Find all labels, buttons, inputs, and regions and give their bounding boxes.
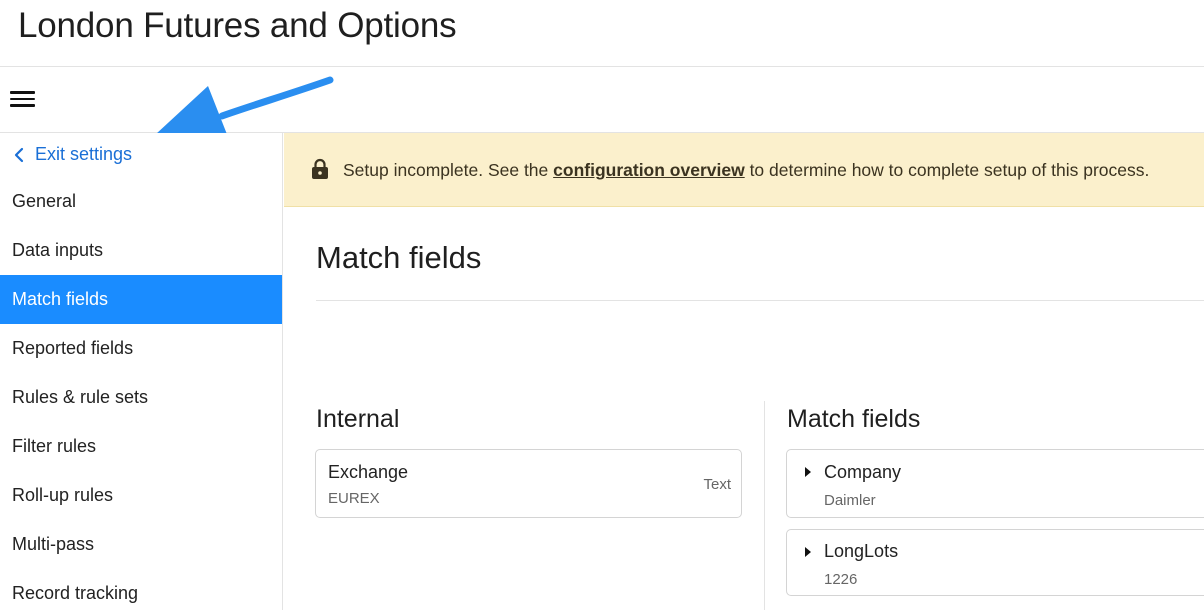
banner-message: Setup incomplete. See the configuration … bbox=[343, 160, 1149, 181]
setup-incomplete-banner: Setup incomplete. See the configuration … bbox=[284, 133, 1204, 207]
match-field-card[interactable]: LongLots 1226 bbox=[786, 529, 1204, 596]
field-name: Company bbox=[824, 462, 902, 482]
sidebar-item-record-tracking[interactable]: Record tracking bbox=[0, 569, 282, 610]
sidebar-item-filter-rules[interactable]: Filter rules bbox=[0, 422, 282, 471]
caret-right-icon[interactable] bbox=[804, 466, 812, 478]
sidebar-item-reported-fields[interactable]: Reported fields bbox=[0, 324, 282, 373]
sidebar-item-rules-rule-sets[interactable]: Rules & rule sets bbox=[0, 373, 282, 422]
banner-text-end: to determine how to complete setup of th… bbox=[744, 160, 1150, 180]
page-title: Match fields bbox=[316, 240, 482, 275]
title-divider bbox=[316, 300, 1204, 301]
settings-sidebar: Exit settings General Data inputs Match … bbox=[0, 133, 283, 610]
column-divider bbox=[764, 401, 765, 610]
sidebar-item-general[interactable]: General bbox=[0, 177, 282, 226]
field-value: EUREX bbox=[328, 490, 380, 507]
internal-field-card[interactable]: Exchange EUREX Text bbox=[315, 449, 742, 518]
field-value: 1226 bbox=[824, 571, 858, 588]
exit-settings-label: Exit settings bbox=[35, 144, 133, 164]
sidebar-item-roll-up-rules[interactable]: Roll-up rules bbox=[0, 471, 282, 520]
match-field-card[interactable]: Company Daimler bbox=[786, 449, 1204, 518]
app-title: London Futures and Options bbox=[18, 6, 457, 45]
sidebar-item-match-fields[interactable]: Match fields bbox=[0, 275, 282, 324]
toolbar bbox=[0, 67, 1204, 133]
chevron-left-icon bbox=[14, 147, 24, 162]
banner-text-start: Setup incomplete. See the bbox=[343, 160, 554, 180]
match-fields-heading: Match fields bbox=[787, 405, 921, 433]
configuration-overview-link[interactable]: configuration overview bbox=[553, 160, 745, 180]
lock-icon bbox=[312, 158, 328, 179]
field-name: LongLots bbox=[824, 541, 899, 561]
caret-right-icon[interactable] bbox=[804, 546, 812, 558]
hamburger-menu-icon[interactable] bbox=[10, 89, 36, 109]
exit-settings-link[interactable]: Exit settings bbox=[12, 144, 132, 165]
internal-heading: Internal bbox=[316, 405, 400, 433]
field-type: Text bbox=[703, 476, 731, 493]
field-name: Exchange bbox=[328, 462, 409, 482]
app-header: London Futures and Options bbox=[0, 0, 1204, 67]
sidebar-item-data-inputs[interactable]: Data inputs bbox=[0, 226, 282, 275]
field-value: Daimler bbox=[824, 492, 876, 509]
sidebar-item-multi-pass[interactable]: Multi-pass bbox=[0, 520, 282, 569]
